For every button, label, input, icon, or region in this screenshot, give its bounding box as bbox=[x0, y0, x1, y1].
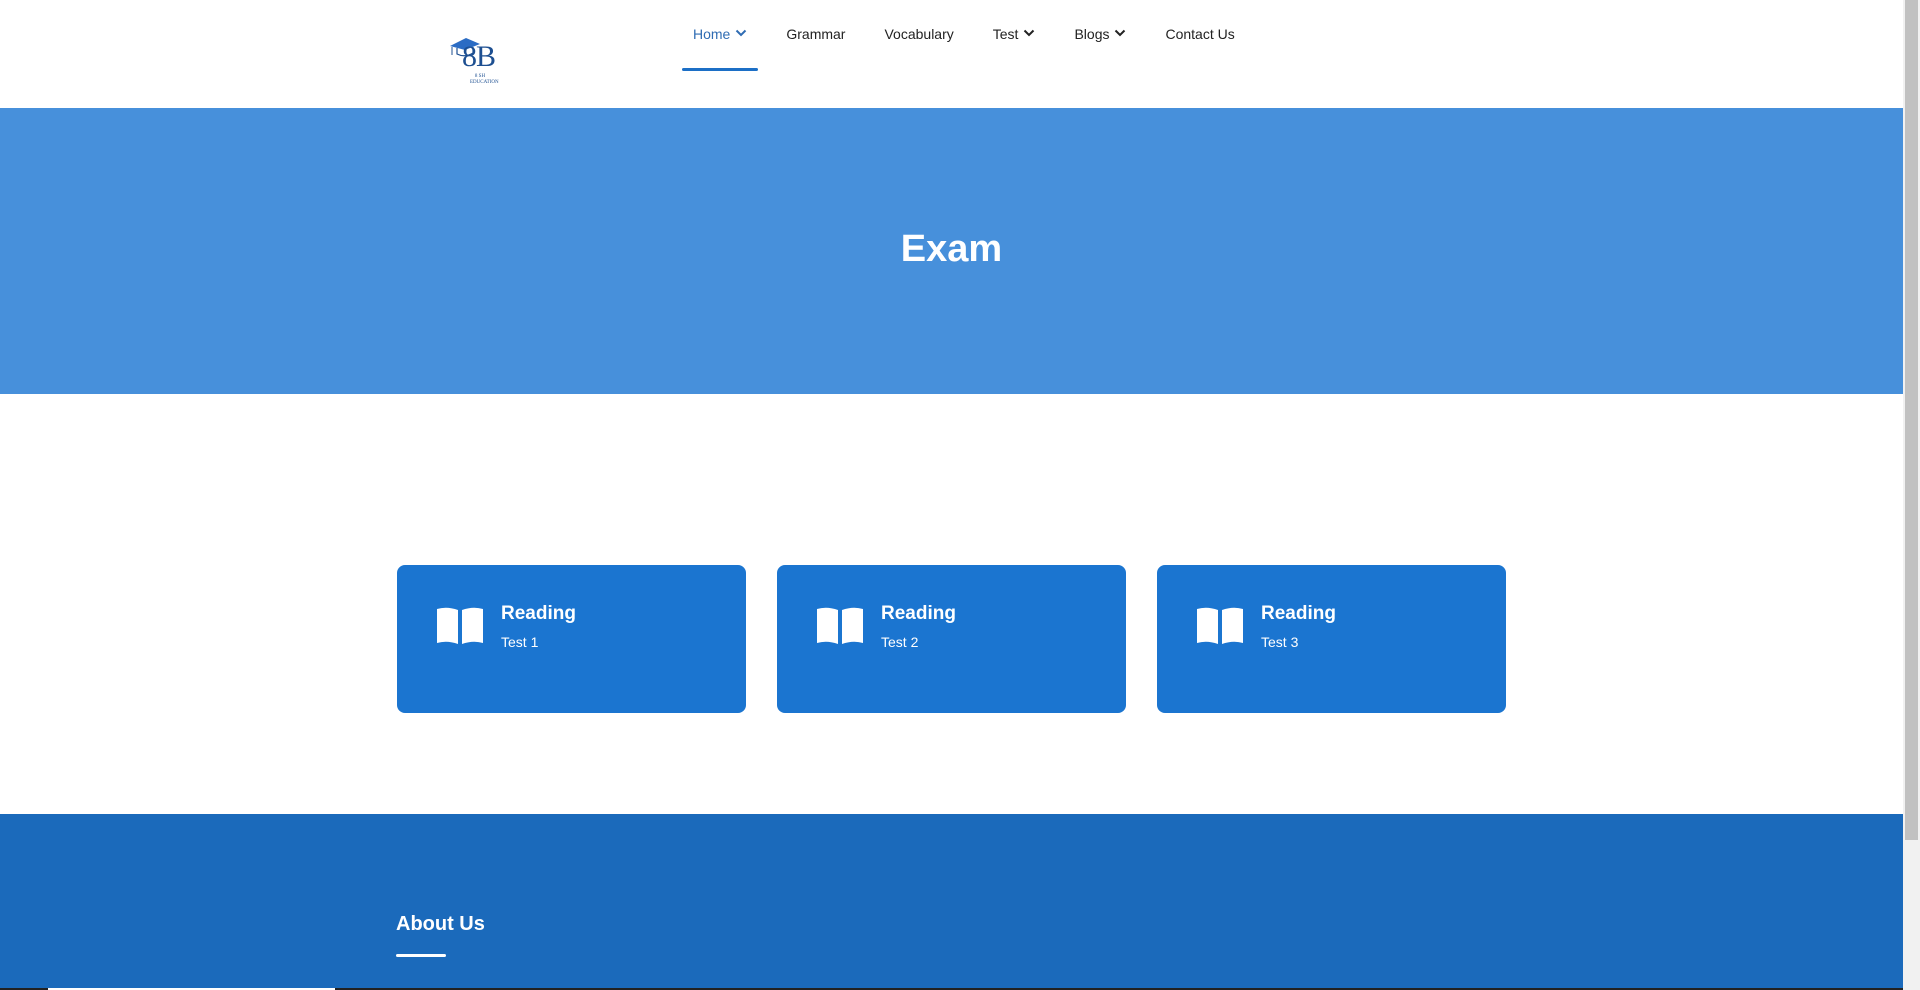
hero-banner: Exam bbox=[0, 108, 1903, 394]
exam-card-reading-test-3[interactable]: Reading Test 3 bbox=[1157, 565, 1506, 713]
nav-item-vocabulary[interactable]: Vocabulary bbox=[873, 0, 964, 72]
page-scrollbar[interactable] bbox=[1903, 0, 1920, 990]
open-book-icon bbox=[437, 607, 483, 644]
chevron-down-icon bbox=[1024, 29, 1035, 37]
card-title: Reading bbox=[881, 603, 956, 624]
nav-item-grammar[interactable]: Grammar bbox=[775, 0, 856, 72]
nav-item-label: Vocabulary bbox=[884, 26, 954, 42]
page: 8B 8 SH EDUCATION Home Grammar Vocabular… bbox=[0, 0, 1903, 990]
nav-item-label: Blogs bbox=[1074, 26, 1110, 42]
card-subtitle: Test 2 bbox=[881, 634, 919, 650]
footer-heading: About Us bbox=[396, 913, 485, 935]
chevron-down-icon bbox=[1115, 29, 1126, 37]
nav-item-test[interactable]: Test bbox=[982, 0, 1047, 72]
site-header: 8B 8 SH EDUCATION Home Grammar Vocabular… bbox=[0, 0, 1903, 108]
nav-item-label: Home bbox=[693, 26, 731, 42]
site-footer: About Us bbox=[0, 814, 1903, 990]
nav-item-contact-us[interactable]: Contact Us bbox=[1154, 0, 1245, 72]
exam-cards: Reading Test 1 Reading Test 2 Reading Te… bbox=[397, 565, 1506, 713]
exam-card-reading-test-1[interactable]: Reading Test 1 bbox=[397, 565, 746, 713]
chevron-down-icon bbox=[736, 29, 747, 37]
card-subtitle: Test 3 bbox=[1261, 634, 1299, 650]
nav-item-label: Test bbox=[992, 26, 1019, 42]
exam-card-reading-test-2[interactable]: Reading Test 2 bbox=[777, 565, 1126, 713]
nav-item-label: Grammar bbox=[786, 26, 846, 42]
scrollbar-thumb[interactable] bbox=[1905, 0, 1918, 840]
card-title: Reading bbox=[501, 603, 576, 624]
nav-item-blogs[interactable]: Blogs bbox=[1063, 0, 1137, 72]
nav-item-label: Contact Us bbox=[1165, 26, 1235, 42]
card-subtitle: Test 1 bbox=[501, 634, 539, 650]
main-nav: Home Grammar Vocabulary Test Blogs Conta… bbox=[682, 0, 1263, 72]
logo-mark: 8B bbox=[462, 40, 496, 73]
card-title: Reading bbox=[1261, 603, 1336, 624]
site-logo[interactable]: 8B 8 SH EDUCATION bbox=[448, 36, 504, 88]
nav-item-home[interactable]: Home bbox=[682, 0, 759, 72]
open-book-icon bbox=[1197, 607, 1243, 644]
page-title: Exam bbox=[900, 228, 1003, 270]
logo-subtext: 8 SH EDUCATION bbox=[470, 74, 499, 85]
footer-heading-underline bbox=[396, 954, 446, 957]
open-book-icon bbox=[817, 607, 863, 644]
